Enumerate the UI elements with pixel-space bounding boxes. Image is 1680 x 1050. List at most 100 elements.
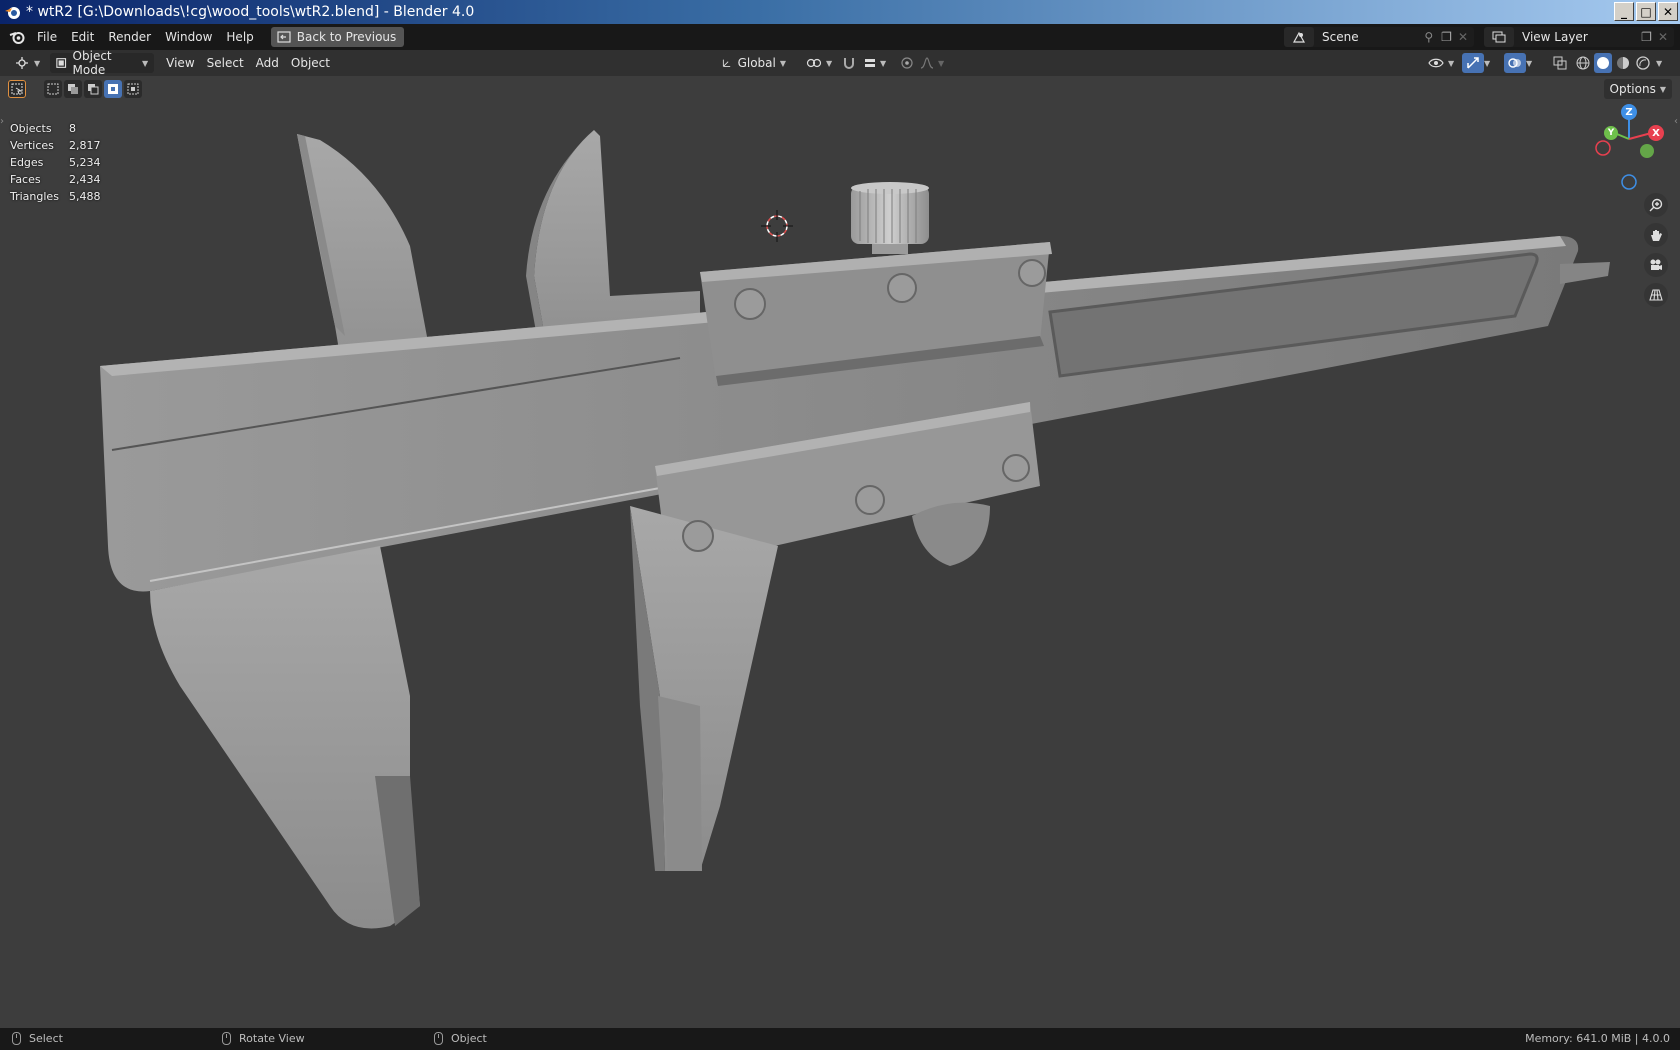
sidebar-expand-arrow[interactable]: ‹ (1674, 116, 1678, 127)
status-select-hint: Select (12, 1032, 63, 1045)
snap-target-dropdown[interactable]: ▼ (858, 53, 892, 73)
gizmo-z-label: Z (1625, 106, 1633, 118)
rendered-sphere-icon (1636, 56, 1650, 70)
menu-file[interactable]: File (30, 24, 64, 50)
magnet-icon (844, 58, 854, 69)
viewport-header: ▼ Object Mode ▼ View Select Add Object G… (0, 49, 1680, 77)
select-intersect-icon[interactable] (124, 80, 142, 98)
back-icon (277, 31, 291, 43)
status-object-hint: Object (434, 1032, 487, 1045)
solid-shading-button[interactable] (1594, 53, 1612, 73)
back-to-previous-button[interactable]: Back to Previous (270, 27, 405, 47)
scene-selector[interactable]: Scene ⚲ ❐ ✕ (1284, 27, 1474, 47)
close-button[interactable]: ✕ (1658, 2, 1678, 21)
material-sphere-icon (1617, 57, 1629, 69)
menu-object[interactable]: Object (285, 53, 336, 73)
overlays-icon (1508, 58, 1521, 68)
overlays-dropdown[interactable]: ▼ (1524, 53, 1534, 73)
menu-render[interactable]: Render (101, 24, 158, 50)
wireframe-sphere-icon (1576, 56, 1590, 70)
proportional-edit-icon (901, 57, 913, 69)
scene-name[interactable]: Scene (1322, 30, 1424, 44)
minimize-button[interactable]: _ (1614, 2, 1634, 21)
overlays-toggle[interactable] (1504, 53, 1526, 73)
pin-icon[interactable]: ⚲ (1424, 30, 1433, 44)
camera-view-icon[interactable] (1644, 253, 1668, 277)
snap-increment-icon (865, 59, 875, 67)
gizmo-dropdown[interactable]: ▼ (1482, 53, 1492, 73)
menu-view[interactable]: View (160, 53, 200, 73)
delete-scene-icon[interactable]: ✕ (1458, 30, 1468, 44)
shading-dropdown[interactable]: ▼ (1654, 53, 1664, 73)
stat-objects: Objects 8 (10, 122, 76, 135)
zoom-view-icon[interactable] (1644, 193, 1668, 217)
pivot-icon (806, 58, 822, 68)
transform-orientation-label: Global (737, 56, 776, 70)
new-scene-icon[interactable]: ❐ (1441, 30, 1452, 44)
editor-type-dropdown[interactable]: ▼ (8, 53, 46, 73)
caliper-model[interactable] (0, 76, 1680, 1028)
menu-add[interactable]: Add (250, 53, 285, 73)
transform-orientation-dropdown[interactable]: Global ▼ (716, 53, 792, 73)
wireframe-shading-button[interactable] (1574, 53, 1592, 73)
stat-edges: Edges 5,234 (10, 156, 101, 169)
toolbar-expand-arrow[interactable]: › (0, 116, 4, 127)
new-view-layer-icon[interactable]: ❐ (1641, 30, 1652, 44)
select-tool-icon[interactable] (8, 80, 26, 98)
solid-sphere-icon (1597, 57, 1609, 69)
gizmo-x-axis[interactable]: X (1648, 125, 1664, 141)
3d-viewport[interactable]: Z X Y Options ▼ › ‹ Objects 8 Vertices 2… (0, 76, 1680, 1028)
view-layer-icon[interactable] (1484, 27, 1514, 47)
falloff-curve-icon (920, 57, 934, 69)
window-title-bar: * wtR2 [G:\Downloads\!cg\wood_tools\wtR2… (0, 0, 1680, 24)
object-mode-icon (56, 58, 67, 68)
menu-help[interactable]: Help (219, 24, 260, 50)
middle-mouse-icon (222, 1032, 231, 1045)
mode-dropdown[interactable]: Object Mode ▼ (50, 49, 155, 77)
perspective-toggle-icon[interactable] (1644, 283, 1668, 307)
delete-view-layer-icon[interactable]: ✕ (1658, 30, 1668, 44)
xray-icon (1553, 56, 1567, 70)
stat-faces: Faces 2,434 (10, 173, 101, 186)
gizmo-y-axis[interactable]: Y (1604, 126, 1618, 140)
gizmo-z-axis[interactable]: Z (1621, 104, 1637, 120)
blender-app-icon (5, 7, 20, 19)
gizmo-toggle[interactable] (1462, 53, 1484, 73)
3d-cursor (761, 210, 793, 242)
gizmo-y-label: Y (1607, 128, 1615, 138)
xray-toggle[interactable] (1550, 53, 1570, 73)
select-subtract-icon[interactable] (84, 80, 102, 98)
menu-window[interactable]: Window (158, 24, 219, 50)
proportional-falloff-dropdown[interactable]: ▼ (914, 53, 950, 73)
stat-triangles: Triangles 5,488 (10, 190, 101, 203)
statistics-overlay: Objects 8 Vertices 2,817 Edges 5,234 Faces 2… (10, 120, 101, 205)
view-layer-name[interactable]: View Layer (1522, 30, 1641, 44)
select-invert-icon[interactable] (104, 80, 122, 98)
status-rotate-hint: Rotate View (222, 1032, 305, 1045)
navigation-gizmo[interactable] (1595, 114, 1656, 190)
eye-icon (1428, 58, 1444, 68)
menu-edit[interactable]: Edit (64, 24, 101, 50)
mode-label: Object Mode (72, 49, 112, 77)
view-layer-selector[interactable]: View Layer ❐ ✕ (1484, 27, 1674, 47)
pan-view-hand-icon[interactable] (1644, 223, 1668, 247)
material-shading-button[interactable] (1614, 53, 1632, 73)
window-title: * wtR2 [G:\Downloads\!cg\wood_tools\wtR2… (26, 4, 475, 20)
stat-vertices: Vertices 2,817 (10, 139, 101, 152)
rendered-shading-button[interactable] (1634, 53, 1652, 73)
options-dropdown[interactable]: Options ▼ (1603, 79, 1672, 99)
menu-select[interactable]: Select (201, 53, 250, 73)
blender-logo-icon[interactable] (4, 24, 30, 50)
options-label: Options (1609, 82, 1656, 96)
back-to-previous-label: Back to Previous (296, 30, 397, 44)
orientation-axes-icon (722, 59, 731, 67)
viewport-editor-icon (16, 57, 28, 69)
pivot-point-dropdown[interactable]: ▼ (800, 53, 838, 73)
right-mouse-icon (434, 1032, 443, 1045)
select-extend-icon[interactable] (64, 80, 82, 98)
scene-icon[interactable] (1284, 27, 1314, 47)
restore-button[interactable]: □ (1636, 2, 1656, 21)
visibility-dropdown[interactable]: ▼ (1422, 53, 1460, 73)
select-new-icon[interactable] (44, 80, 62, 98)
gizmo-icon (1467, 57, 1479, 69)
